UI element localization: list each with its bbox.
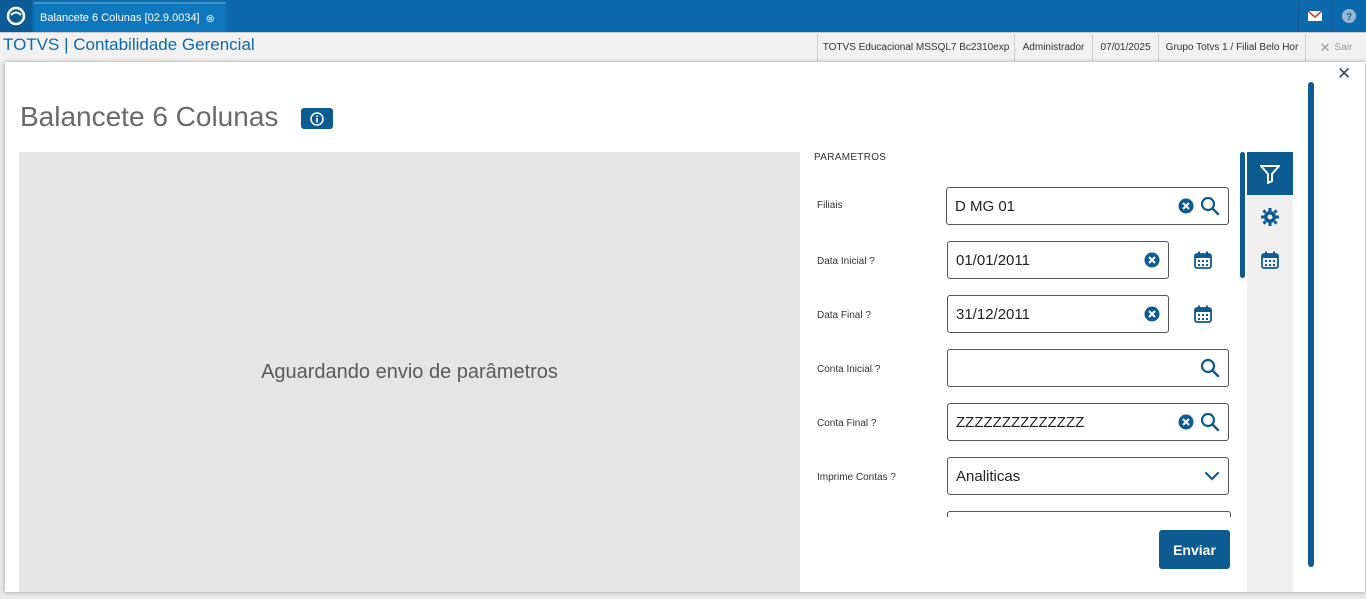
conta-inicial-field[interactable]	[947, 349, 1229, 387]
waiting-message: Aguardando envio de parâmetros	[261, 360, 558, 383]
app-title: TOTVS | Contabilidade Gerencial	[3, 35, 255, 54]
search-icon[interactable]	[1200, 358, 1220, 378]
close-icon: ✕	[1319, 39, 1331, 55]
chevron-down-icon[interactable]	[1204, 468, 1220, 484]
clear-icon[interactable]	[1178, 198, 1194, 214]
data-final-field[interactable]: 31/12/2011	[947, 295, 1169, 333]
filiais-label: Filiais	[817, 200, 843, 211]
close-panel-icon[interactable]: ✕	[1337, 64, 1351, 84]
submit-button[interactable]: Enviar	[1159, 530, 1230, 569]
conta-inicial-label: Conta Inicial ?	[817, 364, 881, 375]
calendar-icon[interactable]	[1192, 303, 1214, 325]
imprime-contas-value: Analiticas	[956, 467, 1021, 485]
totvs-logo-icon[interactable]	[0, 0, 32, 32]
help-icon[interactable]: ?	[1332, 0, 1365, 32]
data-inicial-value: 01/01/2011	[956, 251, 1030, 269]
exit-label: Sair	[1334, 42, 1353, 53]
imprime-contas-select[interactable]: Analiticas	[947, 457, 1229, 495]
settings-button[interactable]	[1247, 195, 1293, 238]
calendar-icon[interactable]	[1192, 249, 1214, 271]
mail-icon[interactable]	[1298, 0, 1331, 32]
exit-button[interactable]: ✕ Sair	[1305, 34, 1366, 61]
filter-icon	[1260, 164, 1280, 184]
environment-info[interactable]: TOTVS Educacional MSSQL7 Bc2310exp	[817, 34, 1014, 61]
filiais-value: D MG 01	[955, 197, 1016, 215]
search-icon[interactable]	[1200, 196, 1220, 216]
report-preview-area: Aguardando envio de parâmetros	[19, 152, 800, 592]
branch-info[interactable]: Grupo Totvs 1 / Filial Belo Hor	[1158, 34, 1305, 61]
search-icon[interactable]	[1200, 412, 1220, 432]
clear-icon[interactable]	[1144, 252, 1160, 268]
conta-final-field[interactable]: ZZZZZZZZZZZZZZ	[947, 403, 1229, 441]
calendar-icon	[1261, 251, 1279, 269]
data-final-label: Data Final ?	[817, 310, 871, 321]
imprime-contas-label: Imprime Contas ?	[817, 472, 896, 483]
svg-text:?: ?	[1346, 12, 1352, 23]
date-info[interactable]: 07/01/2025	[1092, 34, 1158, 61]
user-info[interactable]: Administrador	[1014, 34, 1092, 61]
conta-final-value: ZZZZZZZZZZZZZZ	[956, 413, 1085, 431]
clear-icon[interactable]	[1178, 414, 1194, 430]
gear-icon	[1261, 207, 1279, 226]
tab-close-icon[interactable]: ⊗	[206, 12, 215, 25]
data-inicial-label: Data Inicial ?	[817, 256, 875, 267]
next-field-partial[interactable]	[947, 511, 1231, 517]
info-icon	[310, 111, 324, 126]
program-tab[interactable]: Balancete 6 Colunas [02.9.0034] ⊗	[34, 2, 226, 32]
clear-icon[interactable]	[1144, 306, 1160, 322]
info-button[interactable]	[301, 108, 333, 129]
filter-button[interactable]	[1247, 152, 1293, 195]
page-title: Balancete 6 Colunas	[20, 101, 279, 132]
data-final-value: 31/12/2011	[956, 305, 1030, 323]
conta-final-label: Conta Final ?	[817, 418, 877, 429]
tab-label: Balancete 6 Colunas [02.9.0034]	[40, 12, 200, 24]
params-section-title: PARAMETROS	[814, 152, 887, 163]
schedule-button[interactable]	[1247, 238, 1293, 281]
filiais-field[interactable]: D MG 01	[946, 187, 1229, 225]
params-scrollbar[interactable]	[1240, 152, 1245, 278]
panel-scrollbar[interactable]	[1308, 82, 1314, 567]
data-inicial-field[interactable]: 01/01/2011	[947, 241, 1169, 279]
